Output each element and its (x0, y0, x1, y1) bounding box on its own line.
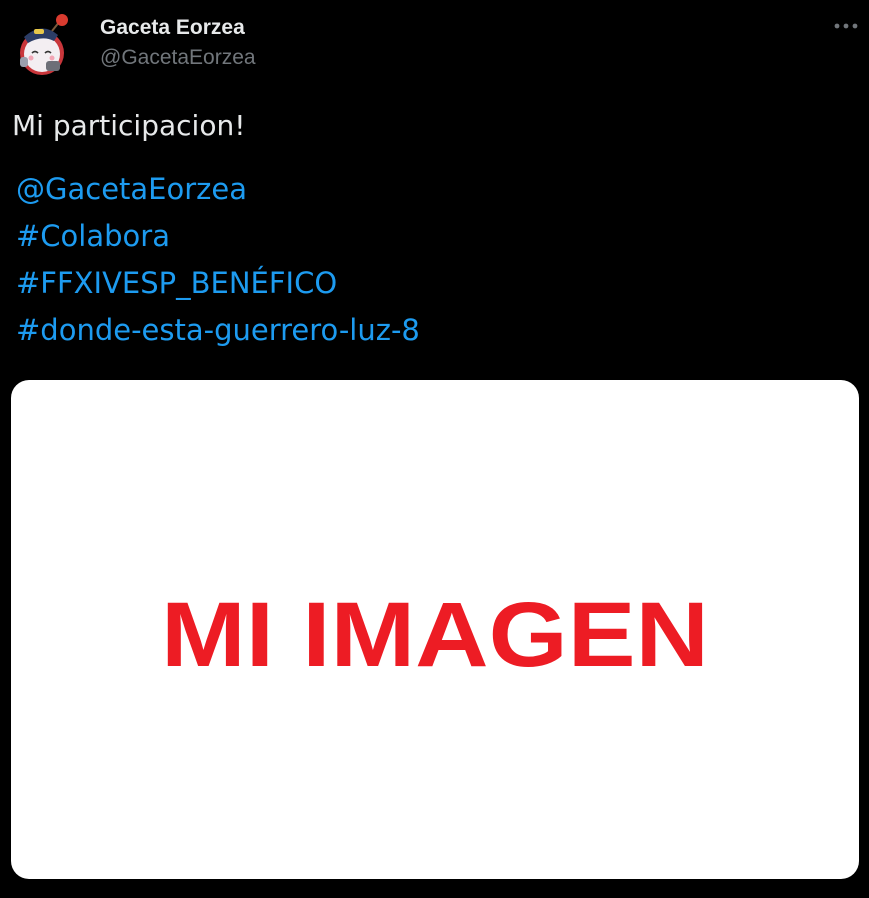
moogle-avatar-icon (20, 14, 68, 75)
hashtag-link-colabora[interactable]: #Colabora (16, 213, 420, 260)
user-handle[interactable]: @GacetaEorzea (100, 44, 256, 72)
tweet-header: Gaceta Eorzea @GacetaEorzea (0, 0, 869, 90)
more-horizontal-icon (834, 23, 858, 29)
mention-link[interactable]: @GacetaEorzea (16, 166, 420, 213)
tweet-media-image[interactable]: MI IMAGEN (11, 380, 859, 879)
display-name[interactable]: Gaceta Eorzea (100, 14, 245, 42)
hashtag-link-guerrero-luz[interactable]: #donde-esta-guerrero-luz-8 (16, 307, 420, 354)
media-image-canvas: MI IMAGEN (161, 584, 709, 686)
hashtag-link-ffxivesp[interactable]: #FFXIVESP_BENÉFICO (16, 260, 420, 307)
media-image-text: MI IMAGEN (161, 584, 709, 686)
tweet-text: Mi participacion! (12, 109, 246, 142)
tweet-links: @GacetaEorzea #Colabora #FFXIVESP_BENÉFI… (16, 166, 420, 354)
avatar[interactable] (12, 13, 72, 77)
more-options-button[interactable] (824, 10, 868, 42)
